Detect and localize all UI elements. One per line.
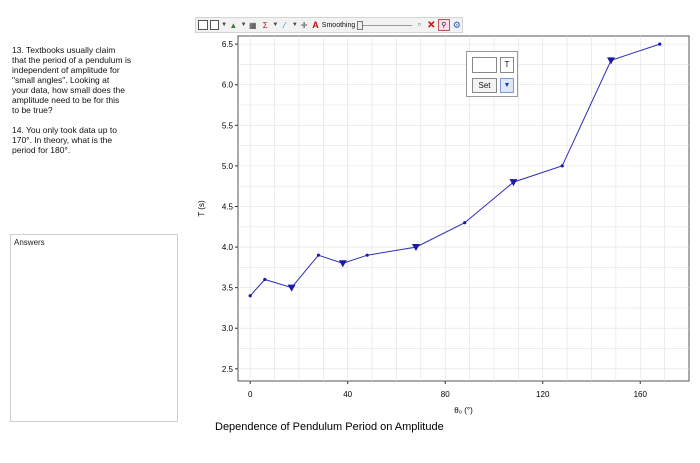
y-tick-label: 4.0	[222, 243, 234, 252]
x-tick-label: 120	[536, 390, 550, 399]
parameter-control: T Set ▼	[466, 51, 518, 97]
y-tick-label: 6.5	[222, 40, 234, 49]
x-tick-label: 0	[248, 390, 253, 399]
y-tick-label: 3.0	[222, 324, 234, 333]
y-tick-label: 4.5	[222, 202, 234, 211]
data-point	[365, 253, 369, 257]
y-tick-label: 2.5	[222, 365, 234, 374]
set-button[interactable]: Set	[472, 78, 497, 93]
y-tick-label: 5.0	[222, 162, 234, 171]
plot-background	[237, 35, 690, 382]
y-tick-label: 5.5	[222, 121, 234, 130]
x-tick-label: 40	[343, 390, 352, 399]
x-tick-label: 160	[634, 390, 648, 399]
data-point	[560, 164, 564, 168]
chart-title: Dependence of Pendulum Period on Amplitu…	[215, 421, 444, 433]
data-point	[658, 42, 662, 46]
data-point	[316, 253, 321, 257]
y-tick-label: 6.0	[222, 81, 234, 90]
x-tick-labels: 0 40 80 120 160	[248, 381, 647, 399]
t-button[interactable]: T	[500, 57, 514, 73]
parameter-input[interactable]	[472, 57, 497, 73]
set-dropdown-icon[interactable]: ▼	[500, 78, 514, 93]
y-axis-label: T (s)	[197, 200, 206, 217]
x-axis-label: θ₀ (°)	[454, 406, 473, 415]
data-point	[248, 294, 252, 298]
y-tick-label: 3.5	[222, 284, 234, 293]
x-tick-label: 80	[441, 390, 450, 399]
data-point	[263, 277, 267, 282]
chart-area: 2.5 3.0 3.5 4.0 4.5 5.0 5.5 6.0 6.5 0 40 80 120 160 …	[0, 0, 700, 463]
y-tick-labels: 2.5 3.0 3.5 4.0 4.5 5.0 5.5 6.0 6.5	[222, 40, 238, 374]
data-point	[463, 221, 467, 225]
chart-svg: 2.53.03.54.04.55.05.56.06.5 0 40 80 120 160 …	[197, 35, 690, 415]
